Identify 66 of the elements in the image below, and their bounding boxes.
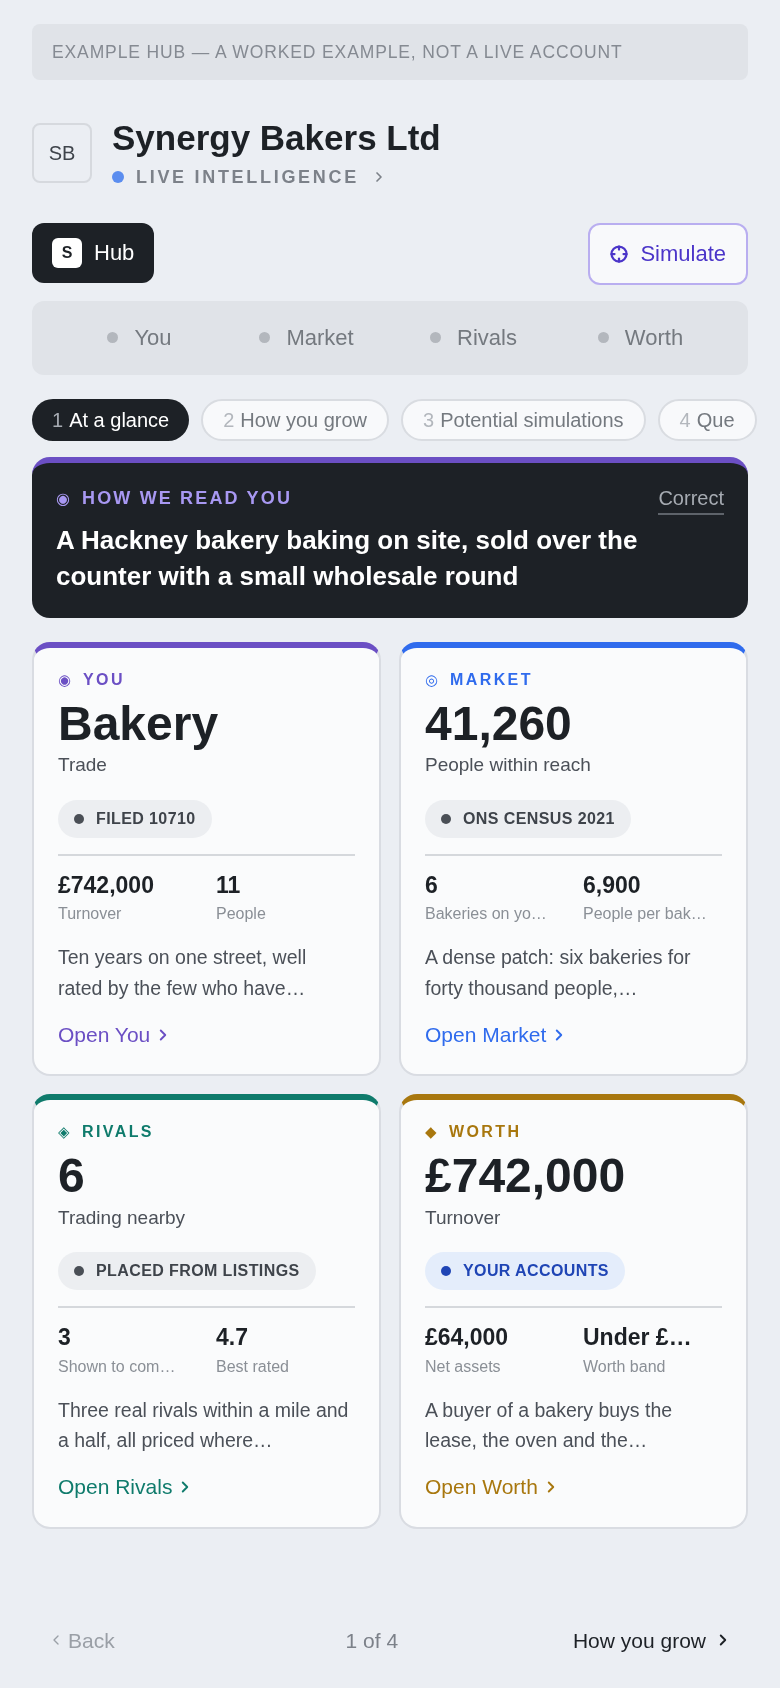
card-value: £742,000 — [425, 1148, 627, 1204]
hub-logo: S — [52, 237, 82, 268]
open-link[interactable]: Open Market — [425, 1018, 722, 1051]
step-pill[interactable]: 1 At a glance — [32, 398, 190, 441]
stat-label: Net assets — [425, 1356, 502, 1377]
source-badge: YOUR ACCOUNTS — [425, 1252, 625, 1291]
stat-label: People — [216, 904, 267, 925]
card-description: A buyer of a bakery buys the lease, the oven and the… — [425, 1397, 674, 1453]
company-title: Synergy Bakers Ltd — [112, 117, 441, 159]
stat-label: People per bak… — [583, 904, 708, 925]
open-link[interactable]: Open Worth — [425, 1471, 722, 1503]
card-eyebrow: YOU — [83, 670, 125, 691]
card-eyebrow: WORTH — [449, 1122, 522, 1143]
section-tab[interactable]: Worth — [557, 321, 724, 355]
source-badge: PLACED FROM LISTINGS — [58, 1252, 316, 1291]
crosshair-icon — [610, 244, 629, 263]
stat-value: 3 — [58, 1323, 72, 1353]
step-pill[interactable]: 3 Potential simulations — [401, 398, 646, 441]
stat-value: 6,900 — [583, 870, 642, 900]
card-caption: Turnover — [425, 1205, 502, 1230]
section-tab[interactable]: You — [56, 321, 223, 355]
stat-value: 6 — [425, 870, 439, 900]
stat-label: Bakeries on yo… — [425, 904, 548, 925]
section-tab[interactable]: Rivals — [390, 321, 557, 355]
hub-button[interactable]: S Hub — [32, 222, 155, 283]
card-icon: ◆ — [425, 1121, 437, 1144]
card-description: Three real rivals within a mile and a half, all priced where… — [58, 1397, 350, 1453]
card-caption: Trade — [58, 753, 108, 778]
source-badge: FILED 10710 — [58, 799, 212, 838]
card-caption: Trading nearby — [58, 1205, 187, 1230]
stat-value: 4.7 — [216, 1323, 249, 1353]
stat-value: £64,000 — [425, 1323, 510, 1353]
step-pill[interactable]: 4 Que — [657, 398, 757, 441]
stat-label: Turnover — [58, 904, 123, 925]
stat-label: Worth band — [583, 1356, 667, 1377]
card-icon: ◉ — [58, 669, 71, 692]
card-value: 6 — [58, 1148, 86, 1204]
reading-eyebrow: HOW WE READ YOU — [82, 487, 293, 511]
stat-value: 11 — [216, 870, 242, 900]
card-description: Ten years on one street, well rated by the few who have… — [58, 945, 308, 1001]
card-icon: ◎ — [425, 669, 438, 692]
card-description: A dense patch: six bakeries for forty thousand people,… — [425, 945, 692, 1001]
open-link[interactable]: Open Rivals — [58, 1471, 355, 1503]
card-eyebrow: RIVALS — [82, 1122, 154, 1143]
status-link[interactable]: LIVE INTELLIGENCE — [136, 163, 387, 191]
initials-avatar: SB — [32, 123, 92, 184]
card-eyebrow: MARKET — [450, 670, 533, 691]
stat-value: Under £… — [583, 1323, 693, 1353]
next-button[interactable]: How you grow — [572, 1624, 732, 1656]
section-tab[interactable]: Market — [223, 321, 390, 355]
reading-summary: A Hackney bakery baking on site, sold over the counter with a small wholesale round — [56, 523, 639, 593]
card-value: 41,260 — [425, 696, 573, 752]
example-banner: EXAMPLE HUB — A WORKED EXAMPLE, NOT A LIVE ACCOUNT — [32, 24, 748, 80]
reading-icon: ◉ — [56, 486, 70, 511]
stat-value: £742,000 — [58, 870, 155, 900]
card-value: Bakery — [58, 696, 220, 752]
correct-link[interactable]: Correct — [658, 482, 724, 515]
card-icon: ◈ — [58, 1121, 70, 1144]
card-caption: People within reach — [425, 753, 592, 778]
step-pill[interactable]: 2 How you grow — [201, 398, 390, 441]
page-indicator: 1 of 4 — [344, 1627, 399, 1654]
source-badge: ONS CENSUS 2021 — [425, 799, 631, 838]
open-link[interactable]: Open You — [58, 1018, 355, 1051]
stat-label: Best rated — [216, 1356, 290, 1377]
stat-label: Shown to com… — [58, 1356, 177, 1377]
simulate-button[interactable]: Simulate — [588, 222, 748, 285]
